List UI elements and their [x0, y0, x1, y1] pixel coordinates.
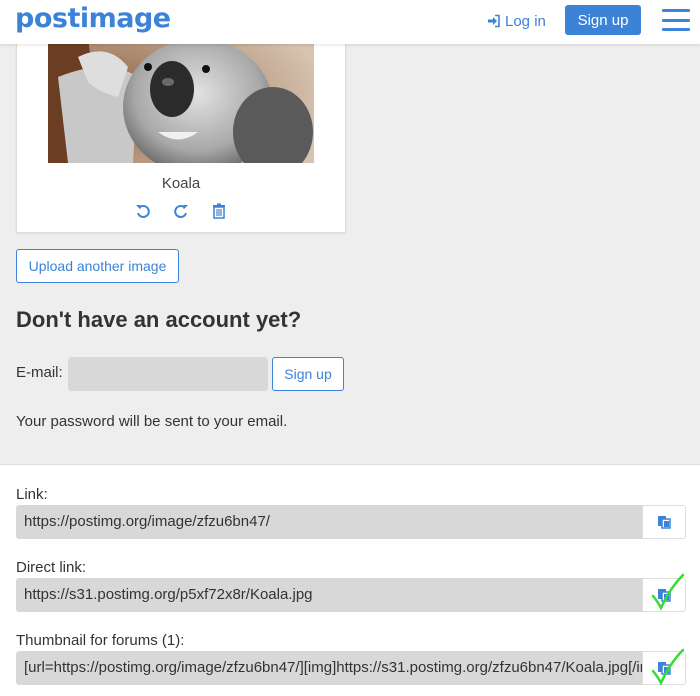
- copy-thumbnail-forums-button[interactable]: [642, 651, 686, 685]
- sign-in-icon: [488, 14, 500, 28]
- rotate-right-icon[interactable]: [173, 203, 189, 219]
- header-signup-button[interactable]: Sign up: [565, 5, 641, 35]
- copy-link-button[interactable]: [642, 505, 686, 539]
- postimage-logo[interactable]: postimage: [15, 3, 171, 35]
- thumbnail-forums-field[interactable]: [url=https://postimg.org/image/zfzu6bn47…: [16, 651, 643, 685]
- link-field[interactable]: https://postimg.org/image/zfzu6bn47/: [16, 505, 643, 539]
- password-note: Your password will be sent to your email…: [16, 413, 288, 430]
- login-link[interactable]: Log in: [487, 11, 546, 31]
- koala-thumbnail: [48, 37, 314, 163]
- image-card: Koala: [16, 36, 346, 233]
- account-heading: Don't have an account yet?: [16, 307, 302, 332]
- upload-another-image-button[interactable]: Upload another image: [16, 249, 179, 283]
- email-field[interactable]: [68, 357, 268, 391]
- login-label: Log in: [505, 12, 546, 30]
- copy-icon: [658, 516, 671, 529]
- trash-icon[interactable]: [211, 203, 227, 219]
- share-links-section: Link: https://postimg.org/image/zfzu6bn4…: [0, 464, 700, 696]
- image-actions: [17, 203, 345, 219]
- rotate-left-icon[interactable]: [135, 203, 151, 219]
- email-label: E-mail:: [16, 364, 63, 381]
- hamburger-menu-icon[interactable]: [662, 9, 690, 31]
- copy-icon: [658, 662, 671, 675]
- link-label: Link:: [16, 486, 48, 503]
- direct-link-field[interactable]: https://s31.postimg.org/p5xf72x8r/Koala.…: [16, 578, 643, 612]
- signup-button[interactable]: Sign up: [272, 357, 344, 391]
- direct-link-label: Direct link:: [16, 559, 87, 576]
- top-header: postimage Log in Sign up: [0, 0, 700, 44]
- image-caption: Koala: [161, 175, 201, 192]
- thumbnail-forums-label: Thumbnail for forums (1):: [16, 632, 185, 649]
- copy-icon: [658, 589, 671, 602]
- copy-direct-link-button[interactable]: [642, 578, 686, 612]
